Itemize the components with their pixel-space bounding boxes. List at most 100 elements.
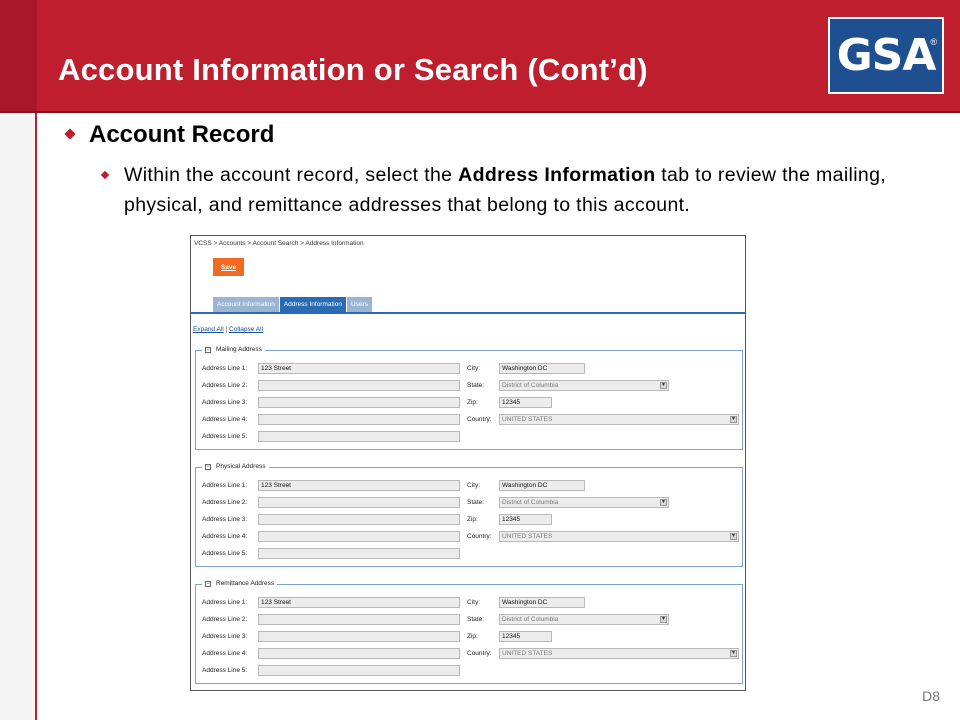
logo-text: GSA: [836, 30, 937, 81]
country-select[interactable]: UNITED STATES ▼: [499, 414, 739, 425]
section-legend: − Physical Address: [202, 463, 269, 470]
address-line-label: Address Line 1:: [202, 365, 248, 372]
address-line-1-input[interactable]: 123 Street: [258, 597, 460, 608]
zip-input[interactable]: 12345: [499, 514, 552, 525]
state-select[interactable]: District of Columbia ▼: [499, 380, 669, 391]
address-line-3-input[interactable]: [258, 397, 460, 408]
collapse-toggle-icon[interactable]: −: [205, 346, 211, 353]
zip-value: 12345: [502, 633, 521, 640]
tab-account-information[interactable]: Account Information: [213, 297, 279, 312]
address-line-4-input[interactable]: [258, 414, 460, 425]
gsa-logo: GSA ®: [828, 17, 944, 94]
expand-collapse-links: Expand All | Collapse All: [193, 326, 263, 333]
mailing-address-section: − Mailing Address Address Line 1: 123 Stree…: [195, 346, 743, 450]
address-line-label: Address Line 1:: [202, 482, 248, 489]
country-value: UNITED STATES: [502, 533, 553, 540]
chevron-down-icon[interactable]: ▼: [730, 416, 737, 423]
state-select[interactable]: District of Columbia ▼: [499, 497, 669, 508]
address-line-label: Address Line 5:: [202, 433, 248, 440]
chevron-down-icon[interactable]: ▼: [660, 499, 667, 506]
address-line-label: Address Line 2:: [202, 616, 248, 623]
tab-users[interactable]: Users: [346, 297, 372, 312]
country-select[interactable]: UNITED STATES ▼: [499, 648, 739, 659]
city-value: Washington DC: [502, 482, 548, 489]
state-value: District of Columbia: [502, 499, 559, 506]
instruction-text: Within the account record, select the Ad…: [124, 160, 944, 220]
address-line-1-input[interactable]: 123 Street: [258, 480, 460, 491]
city-input[interactable]: Washington DC: [499, 597, 585, 608]
country-select[interactable]: UNITED STATES ▼: [499, 531, 739, 542]
banner-edge: [0, 0, 37, 111]
zip-label: Zip:: [467, 633, 478, 640]
zip-label: Zip:: [467, 516, 478, 523]
address-line-label: Address Line 1:: [202, 599, 248, 606]
address-line-5-input[interactable]: [258, 665, 460, 676]
address-line-3-input[interactable]: [258, 514, 460, 525]
address-line-2-input[interactable]: [258, 614, 460, 625]
address-line-5-input[interactable]: [258, 548, 460, 559]
state-value: District of Columbia: [502, 382, 559, 389]
chevron-down-icon[interactable]: ▼: [660, 616, 667, 623]
section-title: Mailing Address: [216, 346, 262, 353]
address-line-2-input[interactable]: [258, 380, 460, 391]
instruction-text-emphasis: Address Information: [458, 164, 656, 186]
save-button[interactable]: Save: [213, 258, 244, 276]
zip-input[interactable]: 12345: [499, 631, 552, 642]
page-number: D8: [922, 688, 940, 704]
instruction-text-start: Within the account record, select the: [124, 164, 459, 186]
physical-address-section: − Physical Address Address Line 1: 123 Stre…: [195, 463, 743, 567]
remittance-address-section: − Remittance Address Address Line 1: 123 St…: [195, 580, 743, 684]
country-label: Country:: [467, 416, 492, 423]
country-label: Country:: [467, 533, 492, 540]
section-heading: Account Record: [89, 121, 275, 148]
address-line-5-input[interactable]: [258, 431, 460, 442]
city-label: City:: [467, 365, 480, 372]
section-title: Physical Address: [216, 463, 266, 470]
city-input[interactable]: Washington DC: [499, 480, 585, 491]
address-line-1-input[interactable]: 123 Street: [258, 363, 460, 374]
state-label: State:: [467, 616, 484, 623]
collapse-toggle-icon[interactable]: −: [205, 463, 211, 470]
chevron-down-icon[interactable]: ▼: [730, 533, 737, 540]
address-line-label: Address Line 3:: [202, 516, 248, 523]
registered-mark: ®: [930, 37, 937, 47]
city-label: City:: [467, 599, 480, 606]
state-value: District of Columbia: [502, 616, 559, 623]
expand-all-link[interactable]: Expand All: [193, 326, 224, 333]
city-label: City:: [467, 482, 480, 489]
address-line-label: Address Line 4:: [202, 416, 248, 423]
city-value: Washington DC: [502, 365, 548, 372]
chevron-down-icon[interactable]: ▼: [730, 650, 737, 657]
address-line-4-input[interactable]: [258, 531, 460, 542]
city-input[interactable]: Washington DC: [499, 363, 585, 374]
address-line-label: Address Line 4:: [202, 533, 248, 540]
address-line-2-input[interactable]: [258, 497, 460, 508]
address-line-label: Address Line 3:: [202, 633, 248, 640]
chevron-down-icon[interactable]: ▼: [660, 382, 667, 389]
tab-underline: [191, 312, 745, 314]
zip-label: Zip:: [467, 399, 478, 406]
diamond-bullet-icon: [100, 170, 110, 180]
country-label: Country:: [467, 650, 492, 657]
section-title: Remittance Address: [216, 580, 275, 587]
collapse-all-link[interactable]: Collapse All: [229, 326, 263, 333]
address-line-label: Address Line 5:: [202, 550, 248, 557]
address-line-label: Address Line 3:: [202, 399, 248, 406]
diamond-bullet-icon: [64, 128, 76, 140]
city-value: Washington DC: [502, 599, 548, 606]
state-select[interactable]: District of Columbia ▼: [499, 614, 669, 625]
address-line-label: Address Line 2:: [202, 382, 248, 389]
address-line-4-input[interactable]: [258, 648, 460, 659]
address-line-label: Address Line 5:: [202, 667, 248, 674]
zip-input[interactable]: 12345: [499, 397, 552, 408]
tab-address-information[interactable]: Address Information: [279, 297, 346, 312]
collapse-toggle-icon[interactable]: −: [205, 580, 211, 587]
country-value: UNITED STATES: [502, 650, 553, 657]
state-label: State:: [467, 499, 484, 506]
slide-title: Account Information or Search (Cont’d): [58, 52, 648, 87]
banner-divider: [0, 111, 960, 113]
zip-value: 12345: [502, 399, 521, 406]
tab-bar: Account Information Address Information …: [213, 297, 373, 312]
address-line-3-input[interactable]: [258, 631, 460, 642]
section-legend: − Mailing Address: [202, 346, 265, 353]
